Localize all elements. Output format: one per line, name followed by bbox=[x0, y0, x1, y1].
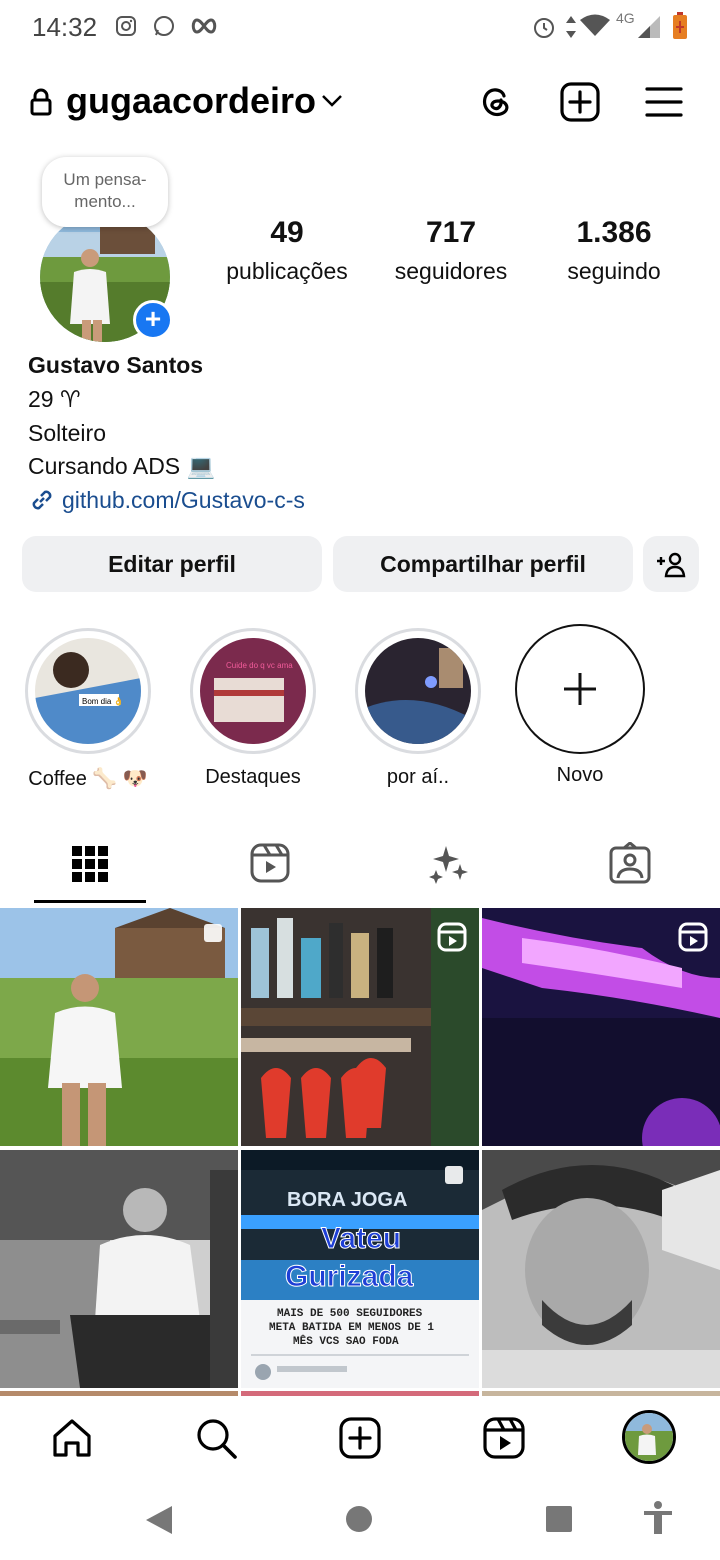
note-text: Um pensa-mento... bbox=[63, 170, 147, 211]
profile-full-name: Gustavo Santos bbox=[28, 352, 204, 378]
tab-ai-sparkle-icon[interactable] bbox=[426, 842, 474, 886]
cell-signal-icon bbox=[638, 16, 660, 38]
share-profile-label: Compartilhar perfil bbox=[380, 550, 586, 577]
active-tab-indicator bbox=[34, 900, 146, 903]
create-post-icon[interactable] bbox=[560, 82, 600, 122]
edit-profile-button[interactable]: Editar perfil bbox=[22, 536, 322, 592]
post-thumbnail[interactable] bbox=[241, 908, 479, 1146]
system-home-icon[interactable] bbox=[344, 1504, 374, 1534]
stat-followers[interactable]: 717 seguidores bbox=[366, 216, 536, 285]
create-icon[interactable] bbox=[338, 1416, 382, 1460]
highlight-por-ai[interactable]: por aí.. bbox=[353, 628, 483, 789]
post-overlay-title: BORA JOGA bbox=[287, 1189, 407, 1211]
tab-reels-icon[interactable] bbox=[246, 842, 294, 886]
highlight-por-ai-cover bbox=[365, 638, 471, 744]
stat-posts-label: publicações bbox=[226, 258, 348, 284]
reels-icon[interactable] bbox=[482, 1416, 526, 1460]
post-overlay-thanks2: Gurizada bbox=[285, 1260, 414, 1293]
post-thumbnail[interactable] bbox=[482, 908, 720, 1146]
network-type-label: 4G bbox=[616, 10, 635, 26]
instagram-notification-icon bbox=[116, 16, 136, 36]
stat-followers-label: seguidores bbox=[394, 258, 508, 284]
infinity-notification-icon bbox=[191, 18, 217, 34]
whatsapp-notification-icon bbox=[154, 16, 174, 36]
stat-following-label: seguindo bbox=[567, 258, 661, 284]
stat-following-value: 1.386 bbox=[576, 216, 652, 249]
post-thumbnail[interactable] bbox=[482, 1150, 720, 1388]
alarm-icon bbox=[534, 18, 554, 38]
tab-grid-icon[interactable] bbox=[66, 842, 114, 886]
new-highlight-circle bbox=[515, 624, 645, 754]
bottom-navigation bbox=[0, 1396, 720, 1480]
lock-icon bbox=[30, 88, 52, 116]
post-overlay-line3: MÊS VCS SAO FODA bbox=[293, 1334, 399, 1348]
post-overlay-line1: MAIS DE 500 SEGUIDORES bbox=[277, 1308, 423, 1320]
link-icon bbox=[32, 490, 52, 510]
wifi-icon bbox=[580, 14, 610, 36]
highlight-destaques-label: Destaques bbox=[205, 766, 301, 788]
chevron-down-icon[interactable] bbox=[320, 92, 344, 110]
stat-posts[interactable]: 49 publicações bbox=[202, 216, 372, 285]
add-person-icon bbox=[657, 552, 686, 578]
share-profile-button[interactable]: Compartilhar perfil bbox=[333, 536, 633, 592]
highlight-new-label: Novo bbox=[556, 764, 604, 786]
system-navigation-bar bbox=[0, 1480, 720, 1560]
bio-status: Solteiro bbox=[28, 420, 106, 446]
data-arrows-icon bbox=[566, 16, 576, 38]
bio-age: 29 ♈ bbox=[28, 386, 81, 412]
post-thumbnail[interactable] bbox=[0, 1150, 238, 1388]
tab-tagged-icon[interactable] bbox=[606, 842, 654, 886]
post-overlay-line2: META BATIDA EM MENOS DE 1 bbox=[269, 1322, 434, 1334]
stat-following[interactable]: 1.386 seguindo bbox=[529, 216, 699, 285]
accessibility-icon[interactable] bbox=[642, 1500, 674, 1536]
highlight-coffee-sticker: Bom dia 👌 bbox=[82, 697, 124, 706]
threads-icon[interactable] bbox=[476, 82, 516, 122]
highlight-new[interactable]: Novo bbox=[515, 624, 645, 787]
highlight-destaques-cover: Cuide do q vc ama bbox=[200, 638, 306, 744]
highlight-destaques-sticker: Cuide do q vc ama bbox=[226, 661, 293, 670]
profile-tab-avatar[interactable] bbox=[622, 1410, 676, 1464]
carousel-icon bbox=[204, 924, 222, 942]
search-icon[interactable] bbox=[194, 1416, 238, 1460]
status-bar: 14:32 4G bbox=[0, 0, 720, 56]
profile-username[interactable]: gugaacordeiro bbox=[66, 80, 316, 122]
post-thumbnail[interactable] bbox=[0, 908, 238, 1146]
post-thumbnail[interactable]: BORA JOGA Vateu Gurizada MAIS DE 500 SEGUID… bbox=[241, 1150, 479, 1388]
menu-icon[interactable] bbox=[644, 82, 684, 122]
note-bubble[interactable]: Um pensa-mento... bbox=[42, 157, 168, 227]
discover-people-button[interactable] bbox=[643, 536, 699, 592]
post-overlay-thanks1: Vateu bbox=[321, 1222, 401, 1255]
status-time: 14:32 bbox=[32, 12, 98, 42]
add-story-button[interactable]: + bbox=[133, 300, 173, 340]
highlight-por-ai-label: por aí.. bbox=[386, 766, 450, 788]
battery-icon bbox=[673, 12, 687, 39]
carousel-icon bbox=[445, 1166, 463, 1184]
stat-posts-value: 49 bbox=[270, 216, 304, 249]
bio-course: Cursando ADS 💻 bbox=[28, 453, 216, 479]
highlight-coffee-label: Coffee 🦴 🐶 bbox=[28, 768, 148, 790]
highlight-coffee-cover: Bom dia 👌 bbox=[35, 638, 141, 744]
home-icon[interactable] bbox=[50, 1416, 94, 1460]
highlight-coffee[interactable]: Bom dia 👌 Coffee 🦴 🐶 bbox=[23, 628, 153, 791]
reel-indicator-icon bbox=[678, 922, 708, 952]
edit-profile-label: Editar perfil bbox=[108, 550, 236, 577]
highlight-destaques[interactable]: Cuide do q vc ama Destaques bbox=[188, 628, 318, 789]
system-recents-icon[interactable] bbox=[544, 1504, 574, 1534]
reel-indicator-icon bbox=[437, 922, 467, 952]
system-back-icon[interactable] bbox=[144, 1504, 174, 1536]
stat-followers-value: 717 bbox=[425, 216, 477, 249]
bio-link[interactable]: github.com/Gustavo-c-s bbox=[28, 486, 305, 514]
bio-link-text: github.com/Gustavo-c-s bbox=[62, 486, 305, 513]
plus-icon bbox=[564, 673, 596, 705]
